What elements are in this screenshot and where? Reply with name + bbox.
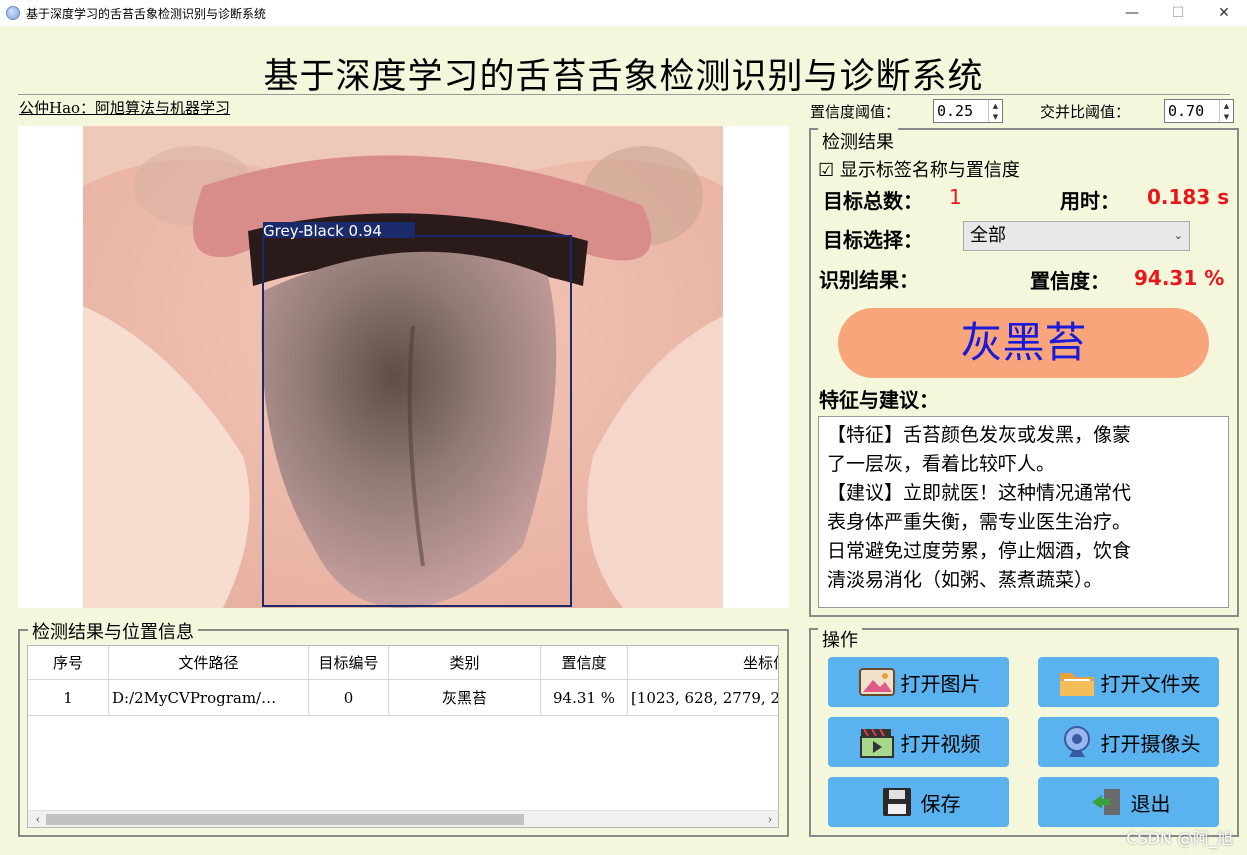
spin-up-icon[interactable]: ▲ bbox=[1220, 100, 1233, 111]
table-header: 序号 文件路径 目标编号 类别 置信度 坐标位置 bbox=[28, 646, 778, 680]
page-title: 基于深度学习的舌苔舌象检测识别与诊断系统 bbox=[263, 57, 984, 97]
scroll-thumb[interactable] bbox=[46, 814, 524, 825]
save-label: 保存 bbox=[920, 791, 961, 816]
conf-threshold-spinbox[interactable]: 0.25 ▲ ▼ bbox=[933, 99, 1003, 123]
spin-down-icon[interactable]: ▼ bbox=[989, 111, 1002, 122]
camera-icon bbox=[1057, 724, 1097, 760]
table-row[interactable]: 1 D:/2MyCVProgram/… 0 灰黑苔 94.31 % [1023,… bbox=[28, 680, 778, 716]
show-label-checkbox[interactable]: ☑ 显示标签名称与置信度 bbox=[818, 156, 1020, 182]
advice-line: 表身体严重失衡，需专业医生治疗。 bbox=[827, 511, 1132, 533]
time-label: 用时： bbox=[1060, 189, 1120, 213]
advice-label: 特征与建议： bbox=[819, 388, 939, 412]
cell-class: 灰黑苔 bbox=[389, 680, 541, 715]
open-video-button[interactable]: 打开视频 bbox=[828, 717, 1009, 767]
total-count-label: 目标总数： bbox=[823, 189, 923, 213]
video-icon bbox=[857, 724, 897, 760]
open-folder-label: 打开文件夹 bbox=[1100, 671, 1201, 696]
table-group-title: 检测结果与位置信息 bbox=[28, 618, 198, 644]
col-header[interactable]: 坐标位置 bbox=[628, 646, 778, 679]
advice-line: 清淡易消化（如粥、蒸煮蔬菜）。 bbox=[827, 569, 1103, 591]
col-header[interactable]: 目标编号 bbox=[309, 646, 389, 679]
window-title: 基于深度学习的舌苔舌象检测识别与诊断系统 bbox=[26, 6, 267, 21]
save-icon bbox=[877, 784, 917, 820]
watermark: CSDN @阿_旭 bbox=[1126, 829, 1233, 848]
open-folder-button[interactable]: 打开文件夹 bbox=[1038, 657, 1219, 707]
conf-threshold-label: 置信度阈值： bbox=[810, 103, 901, 121]
target-select-value: 全部 bbox=[970, 225, 1006, 246]
tongue-photo: Grey-Black 0.94 bbox=[83, 126, 723, 608]
advice-line: 日常避免过度劳累，停止烟酒，饮食 bbox=[827, 540, 1132, 562]
cell-path: D:/2MyCVProgram/… bbox=[109, 680, 309, 715]
total-count-value: 1 bbox=[949, 185, 962, 209]
confidence-value: 94.31 % bbox=[1134, 266, 1225, 290]
advice-text: 【特征】舌苔颜色发灰或发黑，像蒙 了一层灰，看着比较吓人。 【建议】立即就医！这… bbox=[818, 416, 1229, 608]
exit-button[interactable]: 退出 bbox=[1038, 777, 1219, 827]
conf-threshold-value[interactable]: 0.25 bbox=[934, 100, 988, 122]
cell-index: 1 bbox=[28, 680, 109, 715]
results-group-title: 检测结果 bbox=[818, 128, 898, 154]
author-label: 公仲Hao：阿旭算法与机器学习 bbox=[19, 99, 231, 117]
target-select[interactable]: 全部 ⌄ bbox=[963, 221, 1190, 251]
save-button[interactable]: 保存 bbox=[828, 777, 1009, 827]
col-header[interactable]: 置信度 bbox=[541, 646, 628, 679]
open-image-label: 打开图片 bbox=[900, 671, 981, 696]
open-camera-label: 打开摄像头 bbox=[1100, 731, 1201, 756]
cell-target-id: 0 bbox=[309, 680, 389, 715]
cell-coords: [1023, 628, 2779, 27 bbox=[628, 680, 778, 715]
col-header[interactable]: 文件路径 bbox=[109, 646, 309, 679]
recognition-result: 灰黑苔 bbox=[838, 308, 1209, 378]
scroll-right-icon[interactable]: › bbox=[762, 811, 778, 827]
open-video-label: 打开视频 bbox=[900, 731, 981, 756]
open-camera-button[interactable]: 打开摄像头 bbox=[1038, 717, 1219, 767]
iou-threshold-spinbox[interactable]: 0.70 ▲ ▼ bbox=[1164, 99, 1234, 123]
exit-icon bbox=[1087, 784, 1127, 820]
bbox-label: Grey-Black 0.94 bbox=[263, 222, 382, 240]
advice-line: 了一层灰，看着比较吓人。 bbox=[827, 453, 1056, 475]
image-icon bbox=[857, 664, 897, 700]
scroll-left-icon[interactable]: ‹ bbox=[30, 811, 46, 827]
title-bar: 基于深度学习的舌苔舌象检测识别与诊断系统 — ☐ ✕ bbox=[0, 0, 1247, 26]
exit-label: 退出 bbox=[1130, 791, 1171, 816]
cell-confidence: 94.31 % bbox=[541, 680, 628, 715]
target-select-label: 目标选择： bbox=[823, 228, 923, 252]
open-image-button[interactable]: 打开图片 bbox=[828, 657, 1009, 707]
folder-icon bbox=[1057, 664, 1097, 700]
title-divider bbox=[18, 94, 1230, 95]
horizontal-scrollbar[interactable]: ‹ › bbox=[28, 810, 778, 827]
image-display: Grey-Black 0.94 bbox=[18, 126, 789, 608]
time-value: 0.183 s bbox=[1147, 185, 1230, 209]
advice-line: 【建议】立即就医！这种情况通常代 bbox=[827, 482, 1132, 504]
detection-table[interactable]: 序号 文件路径 目标编号 类别 置信度 坐标位置 1 D:/2MyCVProgr… bbox=[27, 645, 779, 828]
iou-threshold-value[interactable]: 0.70 bbox=[1165, 100, 1219, 122]
operations-group-title: 操作 bbox=[818, 626, 862, 652]
confidence-label: 置信度： bbox=[1030, 269, 1110, 293]
chevron-down-icon: ⌄ bbox=[1173, 229, 1183, 242]
iou-threshold-label: 交并比阈值： bbox=[1040, 103, 1131, 121]
advice-line: 【特征】舌苔颜色发灰或发黑，像蒙 bbox=[827, 424, 1132, 446]
spin-up-icon[interactable]: ▲ bbox=[989, 100, 1002, 111]
close-button[interactable]: ✕ bbox=[1201, 0, 1247, 26]
spin-down-icon[interactable]: ▼ bbox=[1220, 111, 1233, 122]
minimize-button[interactable]: — bbox=[1109, 0, 1155, 26]
recognition-label: 识别结果： bbox=[819, 268, 919, 292]
app-icon bbox=[6, 6, 20, 20]
maximize-button[interactable]: ☐ bbox=[1155, 0, 1201, 26]
col-header[interactable]: 类别 bbox=[389, 646, 541, 679]
col-header[interactable]: 序号 bbox=[28, 646, 109, 679]
